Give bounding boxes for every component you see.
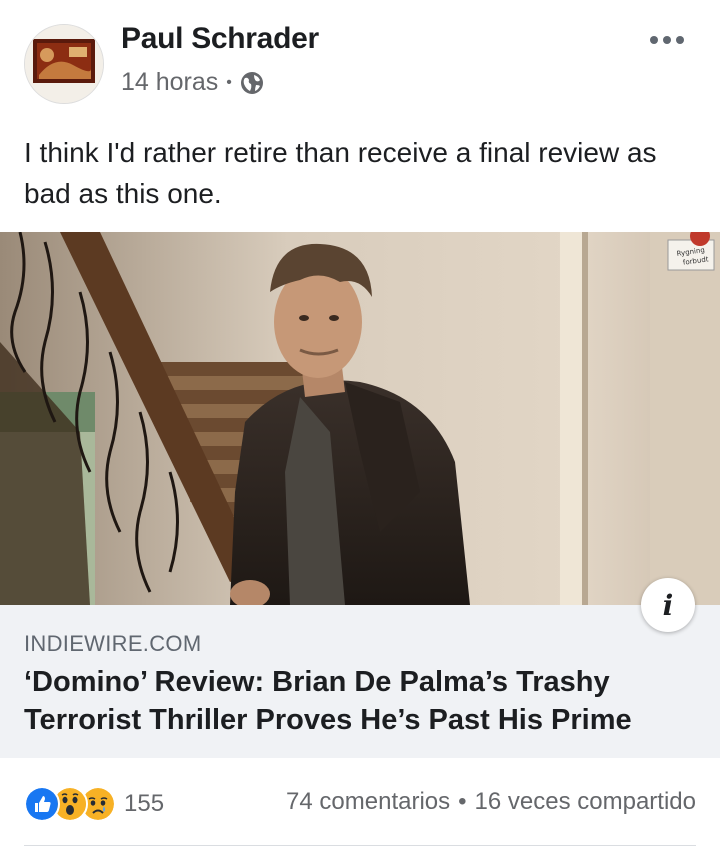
meta-separator: • (226, 73, 232, 91)
info-icon[interactable]: i (641, 578, 695, 632)
globe-icon (240, 71, 263, 94)
author-name[interactable]: Paul Schrader (121, 22, 319, 56)
like-icon (24, 786, 60, 822)
post-stats: 74 comentarios • 16 veces compartido (286, 788, 696, 816)
shares-count[interactable]: 16 veces compartido (475, 788, 696, 816)
link-headline[interactable]: ‘Domino’ Review: Brian De Palma’s Trashy… (24, 663, 694, 739)
footer-divider (24, 845, 696, 846)
reactions-summary[interactable]: 155 (24, 786, 164, 822)
more-options-icon[interactable] (650, 36, 684, 44)
post-header: Paul Schrader 14 horas • (0, 0, 720, 110)
link-domain: INDIEWIRE.COM (24, 631, 202, 656)
post-text: I think I'd rather retire than receive a… (24, 137, 657, 209)
reaction-count: 155 (124, 790, 165, 817)
stats-separator: • (458, 788, 467, 815)
post-timestamp[interactable]: 14 horas (121, 68, 218, 97)
post-footer: 155 74 comentarios • 16 veces compartido (0, 758, 720, 848)
author-avatar[interactable] (24, 24, 104, 104)
post-meta: 14 horas • (121, 68, 264, 97)
comments-count[interactable]: 74 comentarios (286, 788, 450, 816)
link-preview[interactable]: INDIEWIRE.COM ‘Domino’ Review: Brian De … (0, 605, 720, 758)
link-preview-image[interactable]: Rygning forbudt (0, 232, 720, 605)
